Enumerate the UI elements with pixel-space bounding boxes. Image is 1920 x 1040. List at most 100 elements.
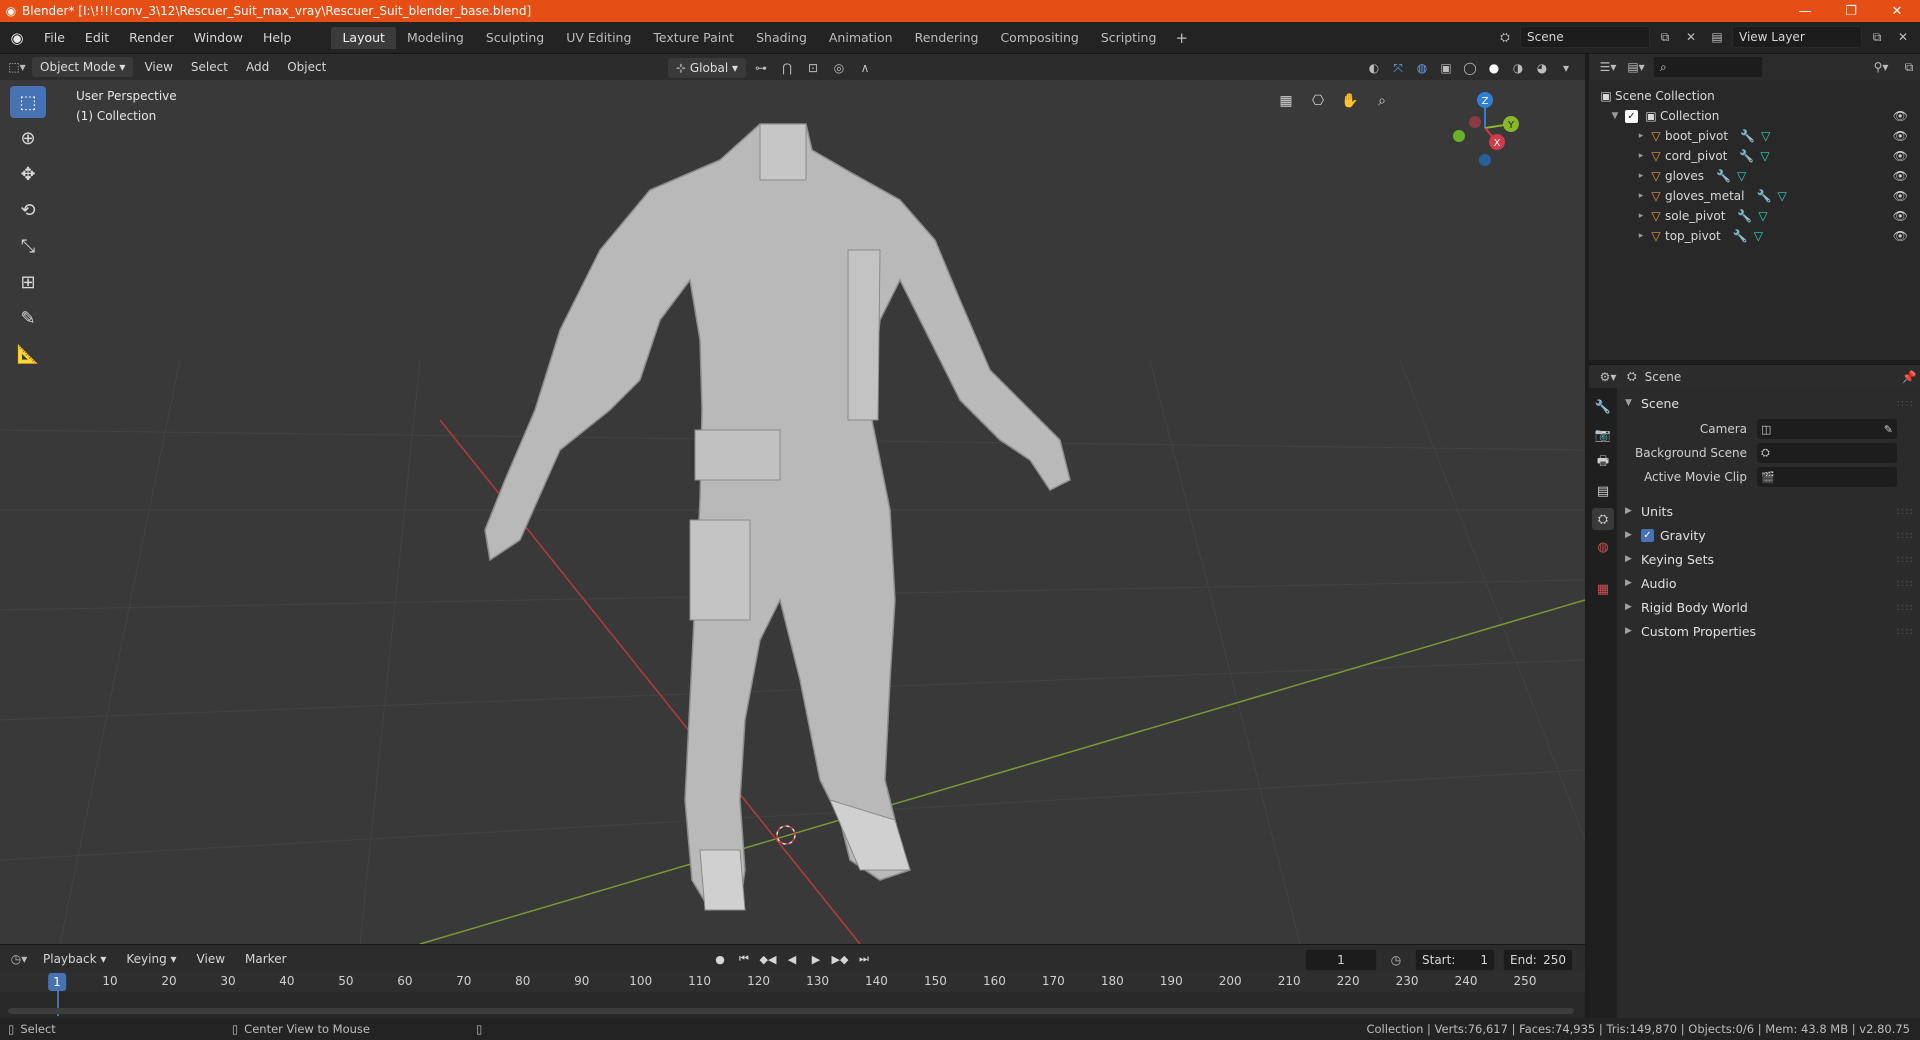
tab-shading[interactable]: Shading bbox=[745, 27, 818, 49]
snap-target-icon[interactable]: ⊡ bbox=[802, 57, 824, 79]
menu-keying[interactable]: Keying ▾ bbox=[119, 952, 183, 966]
tab-uv-editing[interactable]: UV Editing bbox=[555, 27, 642, 49]
visibility-eye-icon[interactable]: 👁 bbox=[1893, 209, 1908, 223]
navigation-gizmo[interactable]: Z Y X bbox=[1415, 86, 1555, 170]
cursor-tool[interactable]: ⊕ bbox=[10, 122, 46, 154]
editor-type-icon[interactable]: ⬚▾ bbox=[6, 56, 28, 78]
shading-options-icon[interactable]: ▾ bbox=[1555, 57, 1577, 79]
rendered-shading-icon[interactable]: ◕ bbox=[1531, 57, 1553, 79]
rigid-body-world-panel-header[interactable]: ▶ Rigid Body World :::: bbox=[1617, 596, 1920, 618]
expand-arrow-icon[interactable]: ▸ bbox=[1635, 191, 1647, 201]
new-view-layer-icon[interactable]: ⧉ bbox=[1866, 26, 1888, 48]
mesh-data-icon[interactable]: ▽ bbox=[1760, 149, 1769, 163]
menu-window[interactable]: Window bbox=[184, 27, 253, 49]
menu-marker[interactable]: Marker bbox=[238, 952, 293, 966]
background-scene-field[interactable]: ⛭ bbox=[1757, 443, 1897, 463]
timeline-area[interactable]: 1 10 20 30 40 50 60 70 80 90 100 110 120 130 140 150 16… bbox=[0, 972, 1585, 1018]
modifier-wrench-icon[interactable]: 🔧 bbox=[1716, 169, 1731, 183]
menu-edit[interactable]: Edit bbox=[75, 27, 119, 49]
next-keyframe-icon[interactable]: ▶◆ bbox=[830, 949, 850, 969]
clock-icon[interactable]: ◷ bbox=[1385, 949, 1407, 971]
scene-icon[interactable]: ⛭ bbox=[1494, 26, 1516, 48]
timeline-tick[interactable]: 230 bbox=[1396, 974, 1419, 988]
tab-sculpting[interactable]: Sculpting bbox=[475, 27, 555, 49]
proportional-edit-icon[interactable]: ◎ bbox=[828, 57, 850, 79]
menu-help[interactable]: Help bbox=[253, 27, 302, 49]
timeline-tick[interactable]: 20 bbox=[161, 974, 176, 988]
scene-panel-header[interactable]: ▼ Scene :::: bbox=[1617, 392, 1920, 414]
xray-icon[interactable]: ▣ bbox=[1435, 57, 1457, 79]
end-frame-field[interactable]: End: 250 bbox=[1503, 949, 1573, 971]
visibility-eye-icon[interactable]: 👁 bbox=[1893, 189, 1908, 203]
scene-tab-icon[interactable]: ⛭ bbox=[1592, 508, 1614, 530]
timeline-scrollbar[interactable] bbox=[8, 1008, 1574, 1014]
outliner-item-boot-pivot[interactable]: ▸ ▽ boot_pivot 🔧 ▽ 👁 bbox=[1589, 126, 1920, 146]
expand-arrow-icon[interactable]: ▸ bbox=[1635, 131, 1647, 141]
measure-tool[interactable]: 📐 bbox=[10, 338, 46, 370]
record-icon[interactable]: ● bbox=[710, 949, 730, 969]
display-mode-icon[interactable]: ▤▾ bbox=[1625, 56, 1647, 78]
expand-arrow-icon[interactable]: ▸ bbox=[1635, 151, 1647, 161]
render-tab-icon[interactable]: 📷 bbox=[1592, 424, 1614, 446]
timeline-tick[interactable]: 100 bbox=[629, 974, 652, 988]
play-reverse-icon[interactable]: ◀ bbox=[782, 949, 802, 969]
mesh-data-icon[interactable]: ▽ bbox=[1777, 189, 1786, 203]
remove-view-layer-icon[interactable]: ✕ bbox=[1892, 26, 1914, 48]
minimize-button[interactable]: — bbox=[1782, 0, 1828, 22]
menu-file[interactable]: File bbox=[34, 27, 75, 49]
modifier-wrench-icon[interactable]: 🔧 bbox=[1740, 129, 1755, 143]
new-scene-icon[interactable]: ⧉ bbox=[1654, 26, 1676, 48]
modifier-wrench-icon[interactable]: 🔧 bbox=[1739, 149, 1754, 163]
outliner-item-gloves-metal[interactable]: ▸ ▽ gloves_metal 🔧 ▽ 👁 bbox=[1589, 186, 1920, 206]
timeline-tick[interactable]: 10 bbox=[102, 974, 117, 988]
panel-grip-icon[interactable]: :::: bbox=[1897, 602, 1914, 613]
outliner-search-input[interactable]: ⌕ bbox=[1653, 56, 1763, 78]
view-layer-field[interactable]: View Layer bbox=[1732, 26, 1862, 48]
mesh-data-icon[interactable]: ▽ bbox=[1737, 169, 1746, 183]
close-button[interactable]: ✕ bbox=[1874, 0, 1920, 22]
timeline-tick[interactable]: 130 bbox=[806, 974, 829, 988]
scale-tool[interactable]: ⤡ bbox=[10, 230, 46, 262]
falloff-icon[interactable]: ∧ bbox=[854, 57, 876, 79]
timeline-tick[interactable]: 50 bbox=[338, 974, 353, 988]
timeline-tick[interactable]: 120 bbox=[747, 974, 770, 988]
pivot-icon[interactable]: ⊶ bbox=[750, 57, 772, 79]
collection-checkbox[interactable]: ✓ bbox=[1625, 109, 1638, 123]
timeline-tick[interactable]: 250 bbox=[1514, 974, 1537, 988]
timeline-tick[interactable]: 30 bbox=[220, 974, 235, 988]
tab-compositing[interactable]: Compositing bbox=[989, 27, 1089, 49]
play-icon[interactable]: ▶ bbox=[806, 949, 826, 969]
panel-grip-icon[interactable]: :::: bbox=[1897, 626, 1914, 637]
gizmo-toggle-icon[interactable]: ⤧ bbox=[1387, 57, 1409, 79]
orientation-dropdown[interactable]: ⊹ Global ▾ bbox=[668, 58, 746, 78]
jump-end-icon[interactable]: ⏭ bbox=[854, 949, 874, 969]
jump-start-icon[interactable]: ⏮ bbox=[734, 949, 754, 969]
keying-sets-panel-header[interactable]: ▶ Keying Sets :::: bbox=[1617, 548, 1920, 570]
tab-animation[interactable]: Animation bbox=[818, 27, 904, 49]
outliner-item-gloves[interactable]: ▸ ▽ gloves 🔧 ▽ 👁 bbox=[1589, 166, 1920, 186]
timeline-tick[interactable]: 70 bbox=[456, 974, 471, 988]
panel-grip-icon[interactable]: :::: bbox=[1897, 398, 1914, 409]
eyedropper-icon[interactable]: ✎ bbox=[1884, 423, 1893, 436]
current-frame-field[interactable]: 1 bbox=[1305, 949, 1377, 971]
mode-dropdown[interactable]: Object Mode ▾ bbox=[32, 57, 134, 77]
output-tab-icon[interactable]: 🖶 bbox=[1592, 452, 1614, 474]
timeline-tick[interactable]: 110 bbox=[688, 974, 711, 988]
mesh-data-icon[interactable]: ▽ bbox=[1758, 209, 1767, 223]
overlay-toggle-icon[interactable]: ◍ bbox=[1411, 57, 1433, 79]
menu-timeline-view[interactable]: View bbox=[190, 952, 232, 966]
expand-arrow-icon[interactable]: ▸ bbox=[1635, 231, 1647, 241]
collection-row[interactable]: ▼ ✓ ▣ Collection 👁 bbox=[1589, 106, 1920, 126]
tool-tab-icon[interactable]: 🔧 bbox=[1592, 396, 1614, 418]
timeline-ruler[interactable]: 1 10 20 30 40 50 60 70 80 90 100 110 120 130 140 150 16… bbox=[0, 972, 1585, 992]
view-layer-icon[interactable]: ▤ bbox=[1706, 26, 1728, 48]
timeline-tick[interactable]: 80 bbox=[515, 974, 530, 988]
menu-add[interactable]: Add bbox=[239, 60, 276, 74]
maximize-button[interactable]: ❐ bbox=[1828, 0, 1874, 22]
scene-collection-row[interactable]: ▣ Scene Collection bbox=[1589, 86, 1920, 106]
panel-grip-icon[interactable]: :::: bbox=[1897, 554, 1914, 565]
pan-hand-icon[interactable]: ✋ bbox=[1337, 88, 1363, 114]
visibility-eye-icon[interactable]: 👁 bbox=[1893, 149, 1908, 163]
properties-editor-icon[interactable]: ⚙▾ bbox=[1597, 366, 1619, 388]
timeline-tick[interactable]: 170 bbox=[1042, 974, 1065, 988]
